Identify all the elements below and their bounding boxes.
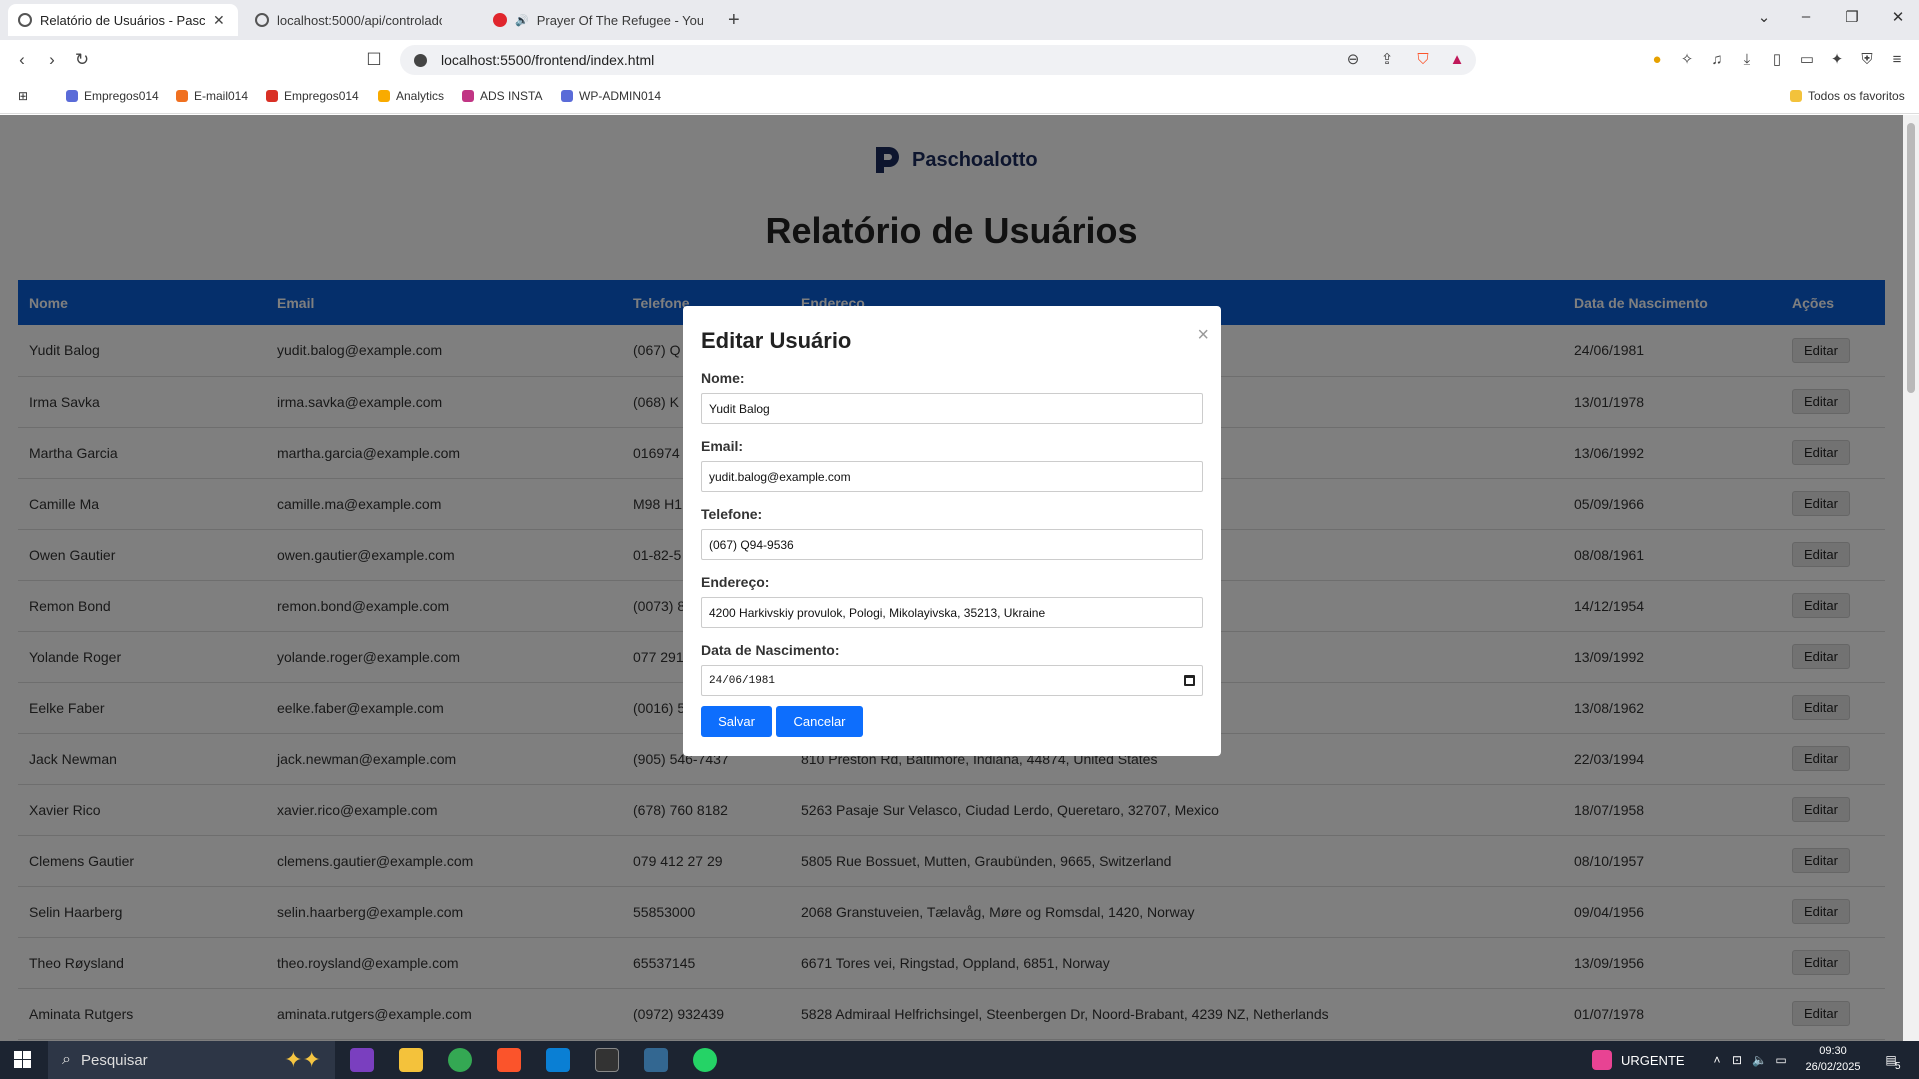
email-input[interactable]: yudit.balog@example.com bbox=[701, 461, 1203, 492]
bookmark-icon bbox=[66, 90, 78, 102]
nome-input[interactable]: Yudit Balog bbox=[701, 393, 1203, 424]
date-value: 24/06/1981 bbox=[709, 674, 776, 687]
file-explorer-icon[interactable] bbox=[399, 1048, 423, 1072]
close-icon[interactable]: ✕ bbox=[213, 12, 225, 29]
terminal-icon[interactable] bbox=[595, 1048, 619, 1072]
visual-studio-icon[interactable] bbox=[350, 1048, 374, 1072]
analytics-icon bbox=[378, 90, 390, 102]
globe-icon bbox=[255, 13, 269, 27]
folder-icon bbox=[1790, 90, 1802, 102]
brave-icon[interactable] bbox=[497, 1048, 521, 1072]
puzzle-icon[interactable]: ✧ bbox=[1678, 51, 1696, 69]
bookmark-email014[interactable]: E-mail014 bbox=[176, 89, 248, 103]
zoom-icon[interactable]: ⊖ bbox=[1344, 51, 1362, 69]
tab-api[interactable]: localhost:5000/api/controladorusuarios bbox=[245, 4, 475, 36]
bookmark-icon bbox=[176, 90, 188, 102]
new-tab-button[interactable]: + bbox=[728, 9, 740, 32]
reload-icon[interactable]: ↻ bbox=[72, 50, 92, 70]
browser-tab-bar: Relatório de Usuários - Paschoalotto ✕ l… bbox=[0, 0, 1919, 40]
network-icon[interactable]: ⊡ bbox=[1730, 1053, 1744, 1067]
bookmarks-bar: ⊞ Empregos014 E-mail014 Empregos014 Anal… bbox=[0, 80, 1919, 114]
copilot-sparkle-icon: ✦✦ bbox=[284, 1047, 321, 1072]
bookmark-icon bbox=[561, 90, 573, 102]
chevron-up-icon[interactable]: ˄ bbox=[1710, 1053, 1724, 1067]
postgres-icon[interactable] bbox=[644, 1048, 668, 1072]
tab-youtube[interactable]: 🔊 Prayer Of The Refugee - YouTube bbox=[483, 4, 713, 36]
url-field[interactable]: localhost:5500/frontend/index.html bbox=[400, 45, 1476, 75]
label-telefone: Telefone: bbox=[701, 506, 763, 522]
label-endereco: Endereço: bbox=[701, 574, 770, 590]
close-icon[interactable]: × bbox=[1197, 324, 1209, 347]
label-nome: Nome: bbox=[701, 370, 745, 386]
modal-actions: Salvar Cancelar bbox=[701, 706, 1203, 737]
music-icon[interactable]: ♫ bbox=[1708, 51, 1726, 69]
apps-icon[interactable]: ⊞ bbox=[18, 89, 28, 103]
youtube-icon bbox=[493, 13, 507, 27]
speaker-icon[interactable]: 🔊 bbox=[515, 14, 529, 27]
bookmark-icon[interactable]: ☐ bbox=[364, 50, 384, 70]
label-nascimento: Data de Nascimento: bbox=[701, 642, 840, 658]
chrome-icon[interactable] bbox=[448, 1048, 472, 1072]
bookmark-empregos014[interactable]: Empregos014 bbox=[66, 89, 159, 103]
taskbar-search-label: Pesquisar bbox=[80, 1051, 148, 1069]
tab-title: Prayer Of The Refugee - YouTube bbox=[536, 12, 703, 28]
bookmark-analytics[interactable]: Analytics bbox=[378, 89, 444, 103]
instagram-icon bbox=[462, 90, 474, 102]
brave-shield-icon[interactable]: ⛉ bbox=[1414, 51, 1432, 69]
extension-icon[interactable]: ● bbox=[1648, 51, 1666, 69]
globe-icon bbox=[18, 13, 32, 27]
endereco-input[interactable]: 4200 Harkivskiy provulok, Pologi, Mikola… bbox=[701, 597, 1203, 628]
vscode-icon[interactable] bbox=[546, 1048, 570, 1072]
whatsapp-icon[interactable] bbox=[693, 1048, 717, 1072]
battery-icon[interactable]: ▭ bbox=[1774, 1053, 1788, 1067]
page-scrollbar[interactable] bbox=[1903, 115, 1919, 1041]
scrollbar-thumb[interactable] bbox=[1907, 123, 1915, 393]
forward-icon[interactable]: › bbox=[42, 50, 62, 70]
edit-user-modal: Editar Usuário × Nome: Yudit Balog Email… bbox=[683, 306, 1221, 756]
clock-time[interactable]: 09:30 bbox=[1800, 1045, 1866, 1057]
telefone-input[interactable]: (067) Q94-9536 bbox=[701, 529, 1203, 560]
address-bar: ‹ › ↻ ☐ localhost:5500/frontend/index.ht… bbox=[0, 40, 1919, 80]
chevron-down-icon[interactable]: ⌄ bbox=[1754, 8, 1774, 26]
sidebar-icon[interactable]: ▯ bbox=[1768, 51, 1786, 69]
tab-title: Relatório de Usuários - Paschoalotto bbox=[40, 12, 205, 28]
bookmark-ads-insta[interactable]: ADS INSTA bbox=[462, 89, 542, 103]
windows-taskbar: ⌕ Pesquisar ✦✦ URGENTE ˄ ⊡ 🔈 ▭ 09:30 26/… bbox=[0, 1041, 1919, 1079]
modal-title: Editar Usuário bbox=[701, 328, 852, 353]
tab-title: localhost:5000/api/controladorusuarios bbox=[277, 12, 442, 28]
restore-icon[interactable]: ❐ bbox=[1842, 8, 1862, 26]
site-info-icon[interactable] bbox=[414, 53, 427, 67]
leo-icon[interactable]: ✦ bbox=[1828, 51, 1846, 69]
download-icon[interactable]: ⤓ bbox=[1738, 51, 1756, 69]
bookmark-wp-admin[interactable]: WP-ADMIN014 bbox=[561, 89, 661, 103]
volume-icon[interactable]: 🔈 bbox=[1752, 1053, 1767, 1067]
wallet-icon[interactable]: ▭ bbox=[1798, 51, 1816, 69]
nascimento-date-input[interactable]: 24/06/1981 bbox=[701, 665, 1203, 696]
back-icon[interactable]: ‹ bbox=[12, 50, 32, 70]
clock-date[interactable]: 26/02/2025 bbox=[1800, 1061, 1866, 1073]
all-bookmarks[interactable]: Todos os favoritos bbox=[1790, 89, 1905, 103]
notification-count: 5 bbox=[1895, 1061, 1901, 1072]
bookmark-empregos014-gmail[interactable]: Empregos014 bbox=[266, 89, 359, 103]
vpn-icon[interactable]: ⛨ bbox=[1858, 51, 1876, 69]
calendar-icon[interactable] bbox=[1184, 675, 1195, 686]
calendar-app-icon[interactable] bbox=[1592, 1050, 1612, 1070]
tab-relatorio[interactable]: Relatório de Usuários - Paschoalotto ✕ bbox=[8, 4, 238, 36]
page-viewport: Paschoalotto Relatório de Usuários Nome … bbox=[0, 115, 1903, 1041]
taskbar-search[interactable]: ⌕ Pesquisar ✦✦ bbox=[48, 1041, 335, 1079]
save-button[interactable]: Salvar bbox=[701, 706, 772, 737]
share-icon[interactable]: ⇪ bbox=[1378, 51, 1396, 69]
minimize-icon[interactable]: – bbox=[1796, 8, 1816, 25]
close-window-icon[interactable]: ✕ bbox=[1888, 8, 1908, 26]
menu-icon[interactable]: ≡ bbox=[1888, 51, 1906, 69]
search-icon: ⌕ bbox=[62, 1051, 71, 1068]
brave-rewards-icon[interactable]: ▲ bbox=[1448, 51, 1466, 69]
urgent-label[interactable]: URGENTE bbox=[1621, 1053, 1685, 1068]
windows-start-icon[interactable] bbox=[14, 1051, 31, 1068]
url-text: localhost:5500/frontend/index.html bbox=[441, 52, 655, 68]
gmail-icon bbox=[266, 90, 278, 102]
cancel-button[interactable]: Cancelar bbox=[776, 706, 863, 737]
label-email: Email: bbox=[701, 438, 744, 454]
